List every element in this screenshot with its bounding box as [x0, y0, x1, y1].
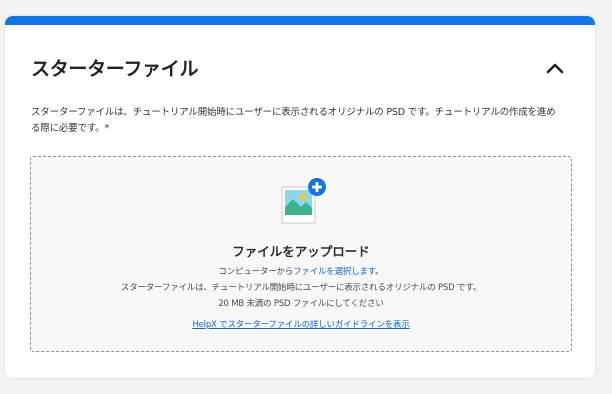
starter-file-info: スターターファイルは、チュートリアル開始時にユーザーに表示されるオリジナルの P…: [120, 283, 482, 293]
card-accent-bar: [5, 16, 595, 25]
file-dropzone[interactable]: ファイルをアップロード コンピューターからファイルを選択します。 スターターファ…: [30, 156, 572, 352]
collapse-button[interactable]: [543, 56, 567, 80]
file-size-requirement: 20 MB 未満の PSD ファイルにしてください: [218, 299, 384, 309]
chevron-up-icon: [546, 63, 564, 74]
from-computer-text: コンピューターから: [218, 267, 294, 277]
starter-file-card: スターターファイル スターターファイルは、チュートリアル開始時にユーザーに表示さ…: [5, 16, 595, 378]
guideline-line: HelpX でスターターファイルの詳しいガイドラインを表示: [31, 318, 571, 330]
select-file-line: コンピューターからファイルを選択します。: [31, 265, 571, 277]
upload-heading: ファイルをアップロード: [232, 244, 370, 259]
from-computer-suffix: 。: [375, 267, 384, 277]
image-add-icon: [281, 178, 326, 224]
section-title: スターターファイル: [31, 58, 199, 80]
select-file-link[interactable]: ファイルを選択します: [293, 267, 375, 277]
helpx-guideline-link[interactable]: HelpX でスターターファイルの詳しいガイドラインを表示: [192, 320, 409, 330]
section-description: スターターファイルは、チュートリアル開始時にユーザーに表示されるオリジナルの P…: [31, 107, 556, 134]
